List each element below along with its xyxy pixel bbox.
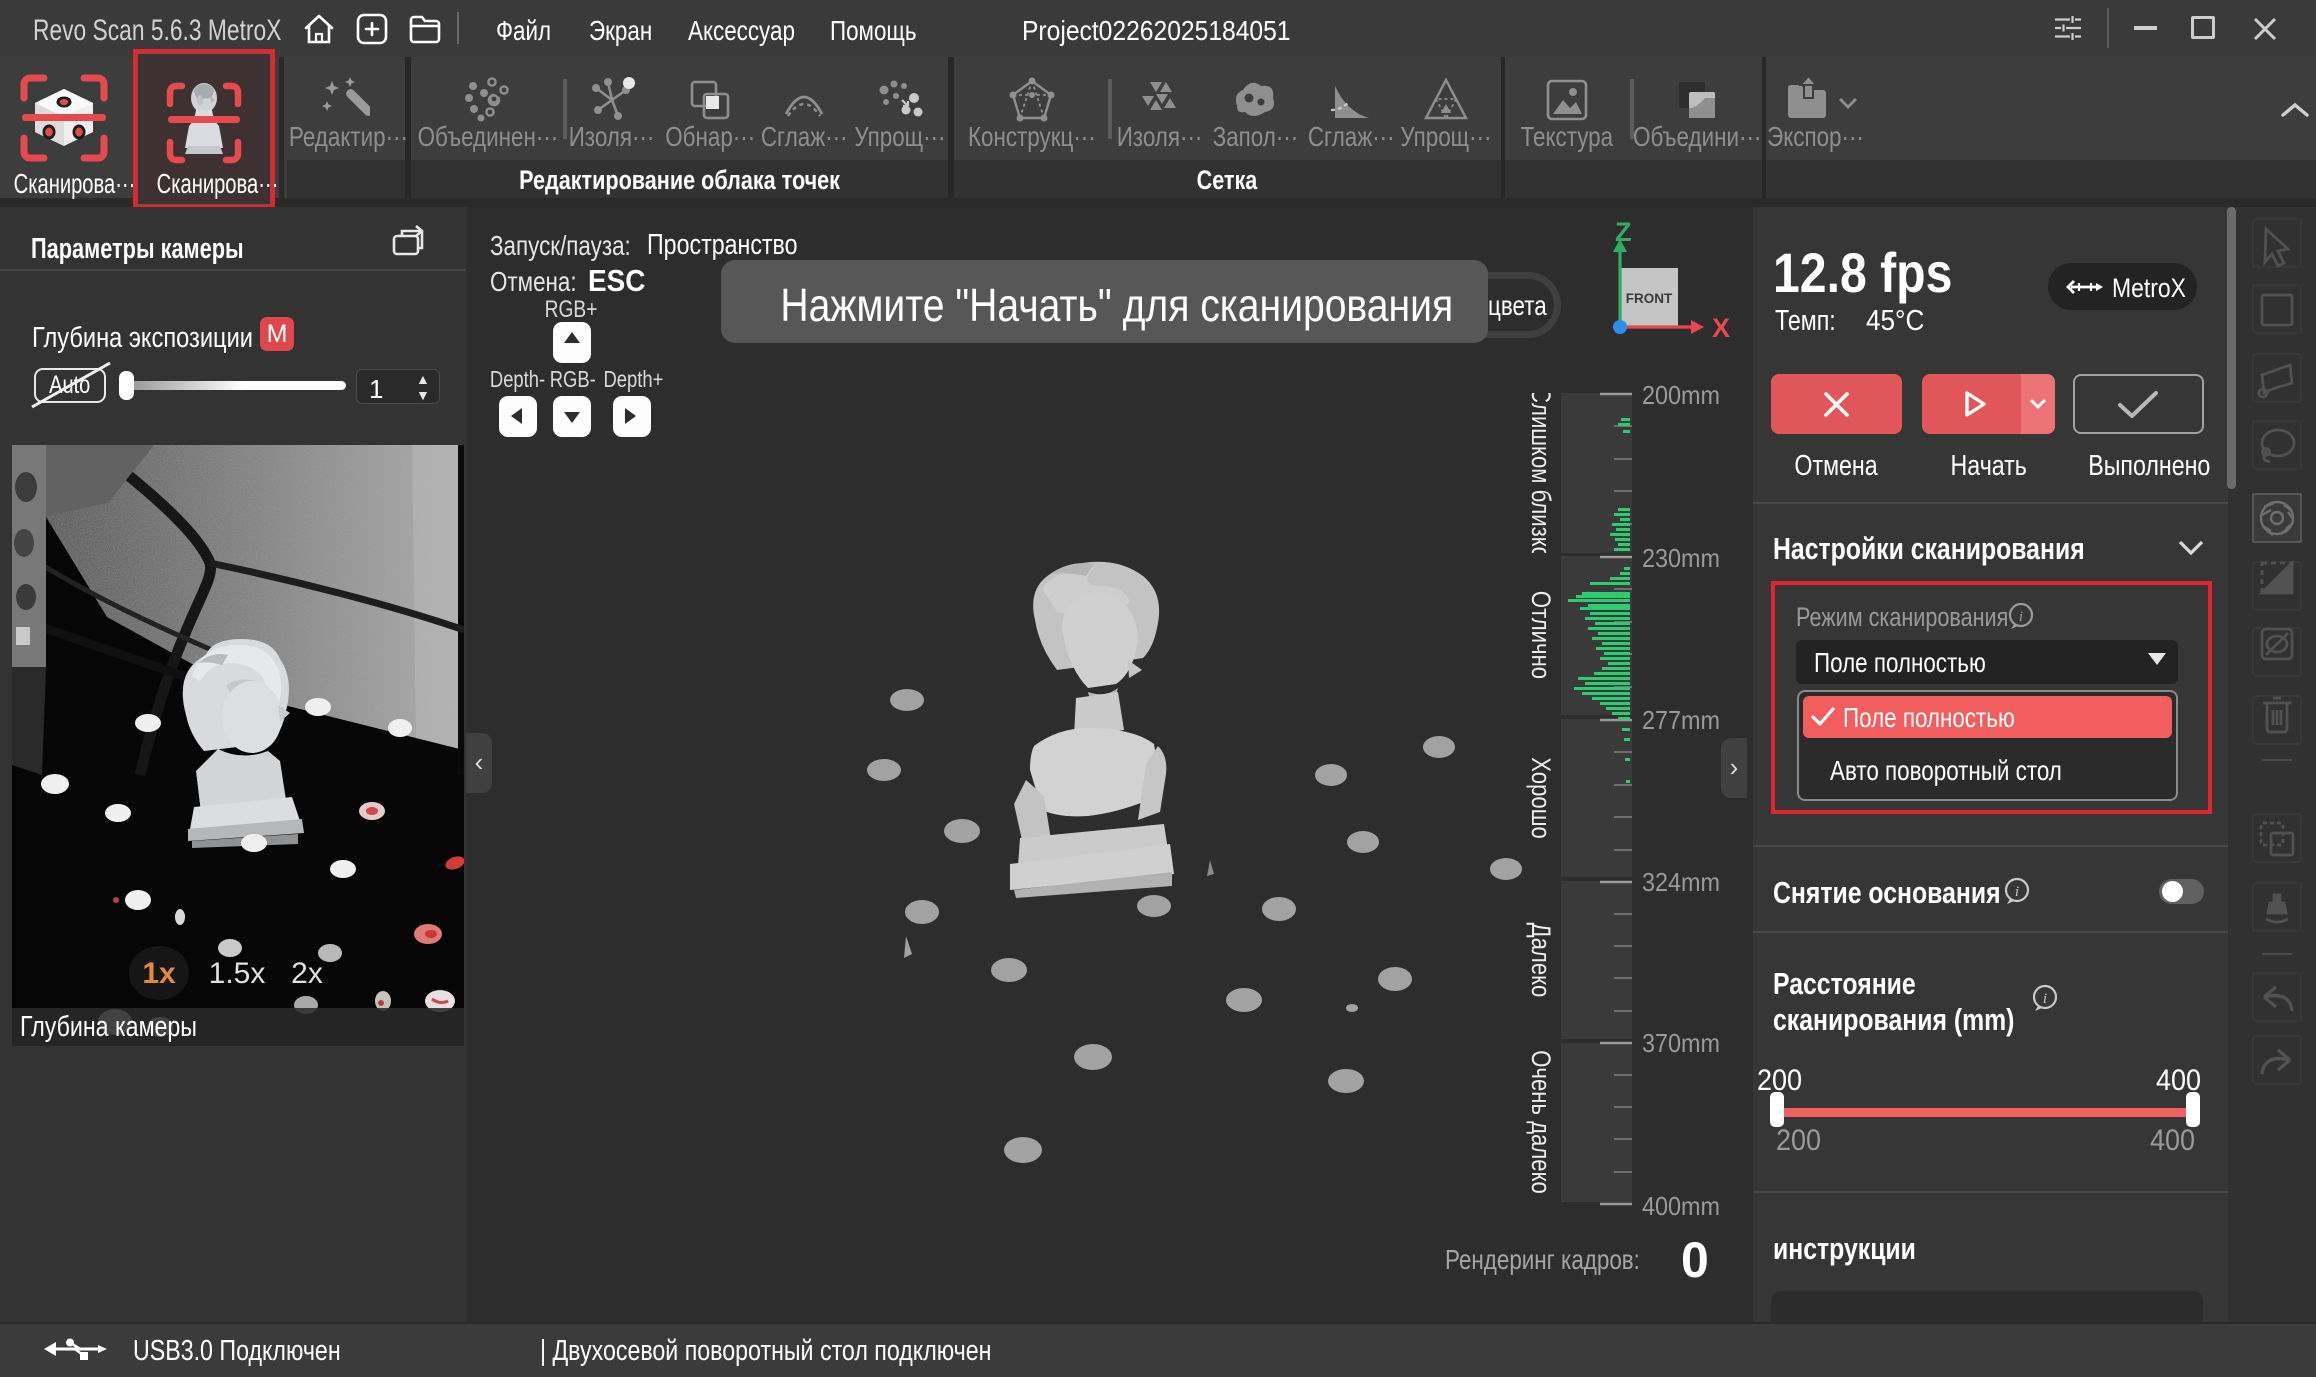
svg-text:Далеко: Далеко	[1525, 923, 1555, 998]
svg-text:i: i	[2015, 884, 2019, 900]
svg-text:Слишком близко: Слишком близко	[1525, 390, 1555, 559]
svg-text:i: i	[2043, 991, 2047, 1007]
svg-text:X: X	[1712, 313, 1730, 343]
svg-text:2x: 2x	[291, 957, 323, 990]
svg-text:Отлично: Отлично	[1525, 591, 1555, 679]
svg-text:Z: Z	[1615, 217, 1632, 247]
svg-text:Очень далеко: Очень далеко	[1525, 1050, 1555, 1194]
svg-text:Глубина камеры: Глубина камеры	[20, 1009, 197, 1042]
svg-text:1.5x: 1.5x	[209, 957, 266, 990]
svg-text:i: i	[2019, 609, 2023, 625]
svg-text:Хорошо: Хорошо	[1525, 757, 1555, 838]
svg-text:FRONT: FRONT	[1626, 291, 1673, 306]
svg-text:1x: 1x	[142, 957, 176, 990]
